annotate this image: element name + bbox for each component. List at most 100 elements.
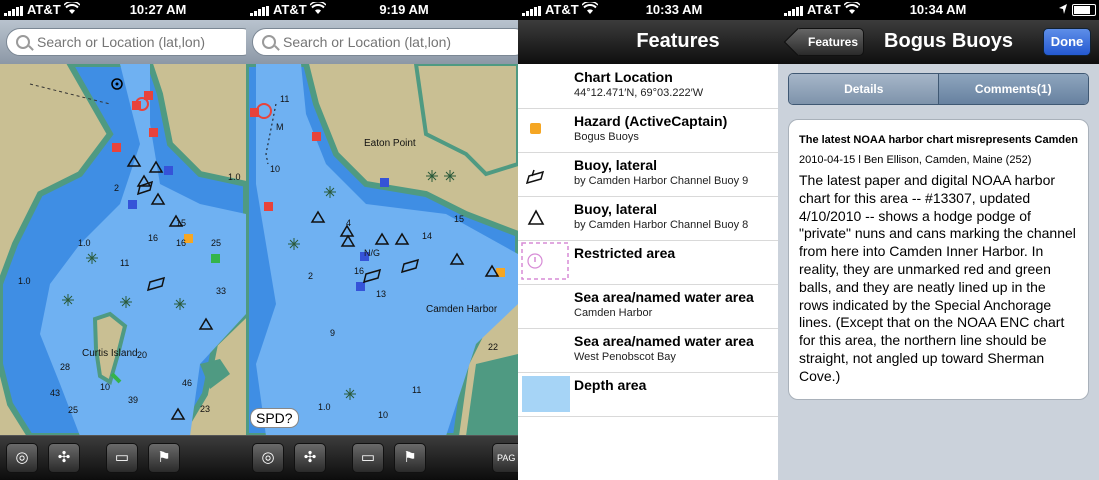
carrier-label: AT&T	[807, 2, 841, 17]
feature-row[interactable]: Hazard (ActiveCaptain) Bogus Buoys	[518, 108, 778, 153]
depth-sounding: 11	[120, 258, 130, 268]
wifi-icon	[581, 0, 599, 18]
clock-time: 9:19 AM	[379, 2, 429, 17]
ruler-button[interactable]: ▭	[352, 443, 384, 473]
search-field[interactable]	[6, 28, 246, 56]
depth-sounding: 9	[330, 328, 336, 338]
depth-sounding: 2	[114, 183, 120, 193]
search-input[interactable]	[281, 33, 485, 51]
depth-sounding: 39	[128, 395, 139, 405]
tab-details[interactable]: Details	[789, 74, 939, 104]
feature-title: Sea area/named water area	[574, 333, 754, 349]
feature-row[interactable]: Chart Location 44°12.471′N, 69°03.222′W	[518, 64, 778, 109]
place-label: Eaton Point	[364, 138, 416, 149]
depth-sounding: 15	[454, 214, 465, 224]
depth-sounding: 10	[270, 164, 281, 174]
signal-icon	[784, 6, 806, 16]
crosshair-button[interactable]: ✣	[48, 443, 80, 473]
speed-bubble[interactable]: SPD?	[250, 408, 299, 428]
feature-subtitle: West Penobscot Bay	[574, 351, 676, 363]
feature-row[interactable]: Sea area/named water area Camden Harbor	[518, 284, 778, 329]
carrier-label: AT&T	[27, 2, 61, 17]
flag-button[interactable]: ⚑	[394, 443, 426, 473]
page-button[interactable]: PAG	[492, 443, 518, 473]
detail-screen: AT&T 10:34 AM Features Bogus Buoys Done …	[778, 0, 1099, 480]
feature-row[interactable]: Buoy, lateral by Camden Harbor Channel B…	[518, 196, 778, 241]
feature-row[interactable]: Sea area/named water area West Penobscot…	[518, 328, 778, 373]
depth-sounding: 11	[412, 385, 422, 395]
locate-icon: ◎	[15, 449, 29, 466]
depth-sounding: 10	[100, 382, 111, 392]
flag-icon: ⚑	[157, 449, 171, 466]
comment-heading: The latest NOAA harbor chart misrepresen…	[799, 134, 1078, 146]
feature-title: Buoy, lateral	[574, 157, 657, 173]
depth-sounding: 22	[488, 342, 499, 352]
search-bar	[0, 20, 246, 64]
depth-sounding: 25	[211, 238, 222, 248]
signal-icon	[522, 6, 544, 16]
carrier-label: AT&T	[545, 2, 579, 17]
depth-sounding: 46	[182, 378, 193, 388]
status-bar: AT&T 10:33 AM	[518, 0, 778, 20]
map-screen-1: AT&T 10:27 AM Search or Location (lat,lo…	[0, 0, 246, 480]
depth-sounding: 13	[376, 289, 387, 299]
status-bar: AT&T 10:34 AM	[778, 0, 1099, 20]
feature-title: Depth area	[574, 377, 647, 393]
tab-comments[interactable]: Comments(1)	[937, 74, 1088, 104]
place-label: Curtis Island	[82, 348, 138, 359]
wifi-icon	[309, 0, 327, 18]
depth-sounding: 10	[378, 410, 389, 420]
feature-row[interactable]: Restricted area	[518, 240, 778, 285]
depth-sounding: 28	[60, 362, 71, 372]
crosshair-button[interactable]: ✣	[294, 443, 326, 473]
feature-row[interactable]: Depth area	[518, 372, 778, 417]
status-bar: AT&T 9:19 AM	[246, 0, 518, 20]
nun-buoy-icon	[527, 209, 545, 225]
feature-subtitle: 44°12.471′N, 69°03.222′W	[574, 87, 704, 99]
depth-sounding: 1.0	[228, 172, 241, 182]
depth-sounding: 14	[422, 231, 433, 241]
comment-body: The latest paper and digital NOAA harbor…	[799, 172, 1076, 384]
done-button[interactable]: Done	[1043, 28, 1091, 56]
page-title: Features	[636, 30, 720, 52]
ruler-button[interactable]: ▭	[106, 443, 138, 473]
clock-time: 10:27 AM	[129, 2, 187, 17]
feature-title: Restricted area	[574, 245, 676, 261]
battery-icon	[1072, 4, 1096, 16]
search-field[interactable]	[252, 28, 518, 56]
crosshair-icon: ✣	[57, 449, 71, 466]
locate-button[interactable]: ◎	[252, 443, 284, 473]
map-toolbar: ◎ ✣ ▭ ⚑ PAG	[246, 435, 518, 480]
signal-icon	[4, 6, 26, 16]
depth-sounding: 23	[200, 404, 211, 414]
nautical-chart[interactable]: 1.0 1.0 2 16 11 1.0 15 16 25 33 28 20 43…	[0, 64, 246, 436]
clock-time: 10:34 AM	[909, 2, 967, 17]
wifi-icon	[63, 0, 81, 18]
wifi-icon	[843, 0, 861, 18]
depth-sounding: 2	[308, 271, 314, 281]
depth-sounding: 1.0	[318, 402, 331, 412]
nautical-chart[interactable]: 11 M 10 15 14 2 9 16 13 4 22 11 1.0 10 E…	[246, 64, 518, 436]
flag-button[interactable]: ⚑	[148, 443, 180, 473]
depth-sounding: M	[276, 122, 284, 132]
search-icon	[262, 35, 276, 49]
feature-row[interactable]: Buoy, lateral by Camden Harbor Channel B…	[518, 152, 778, 197]
depth-sounding: 4	[346, 218, 352, 228]
feature-title: Chart Location	[574, 69, 673, 85]
search-input[interactable]	[35, 33, 239, 51]
comment-card: The latest NOAA harbor chart misrepresen…	[788, 119, 1089, 400]
can-buoy-icon	[526, 169, 545, 184]
feature-subtitle: Bogus Buoys	[574, 131, 639, 143]
status-bar: AT&T 10:27 AM	[0, 0, 246, 20]
chart-canvas	[246, 64, 518, 436]
depth-sounding: 16	[354, 266, 365, 276]
nav-bar: Features Bogus Buoys Done	[778, 20, 1099, 64]
feature-title: Sea area/named water area	[574, 289, 754, 305]
feature-title: Buoy, lateral	[574, 201, 657, 217]
restricted-area-icon	[521, 242, 569, 280]
depth-sounding: 16	[176, 238, 187, 248]
place-label: Camden Harbor	[426, 304, 498, 315]
depth-sounding: 20	[137, 350, 148, 360]
locate-button[interactable]: ◎	[6, 443, 38, 473]
depth-sounding: 16	[148, 233, 159, 243]
